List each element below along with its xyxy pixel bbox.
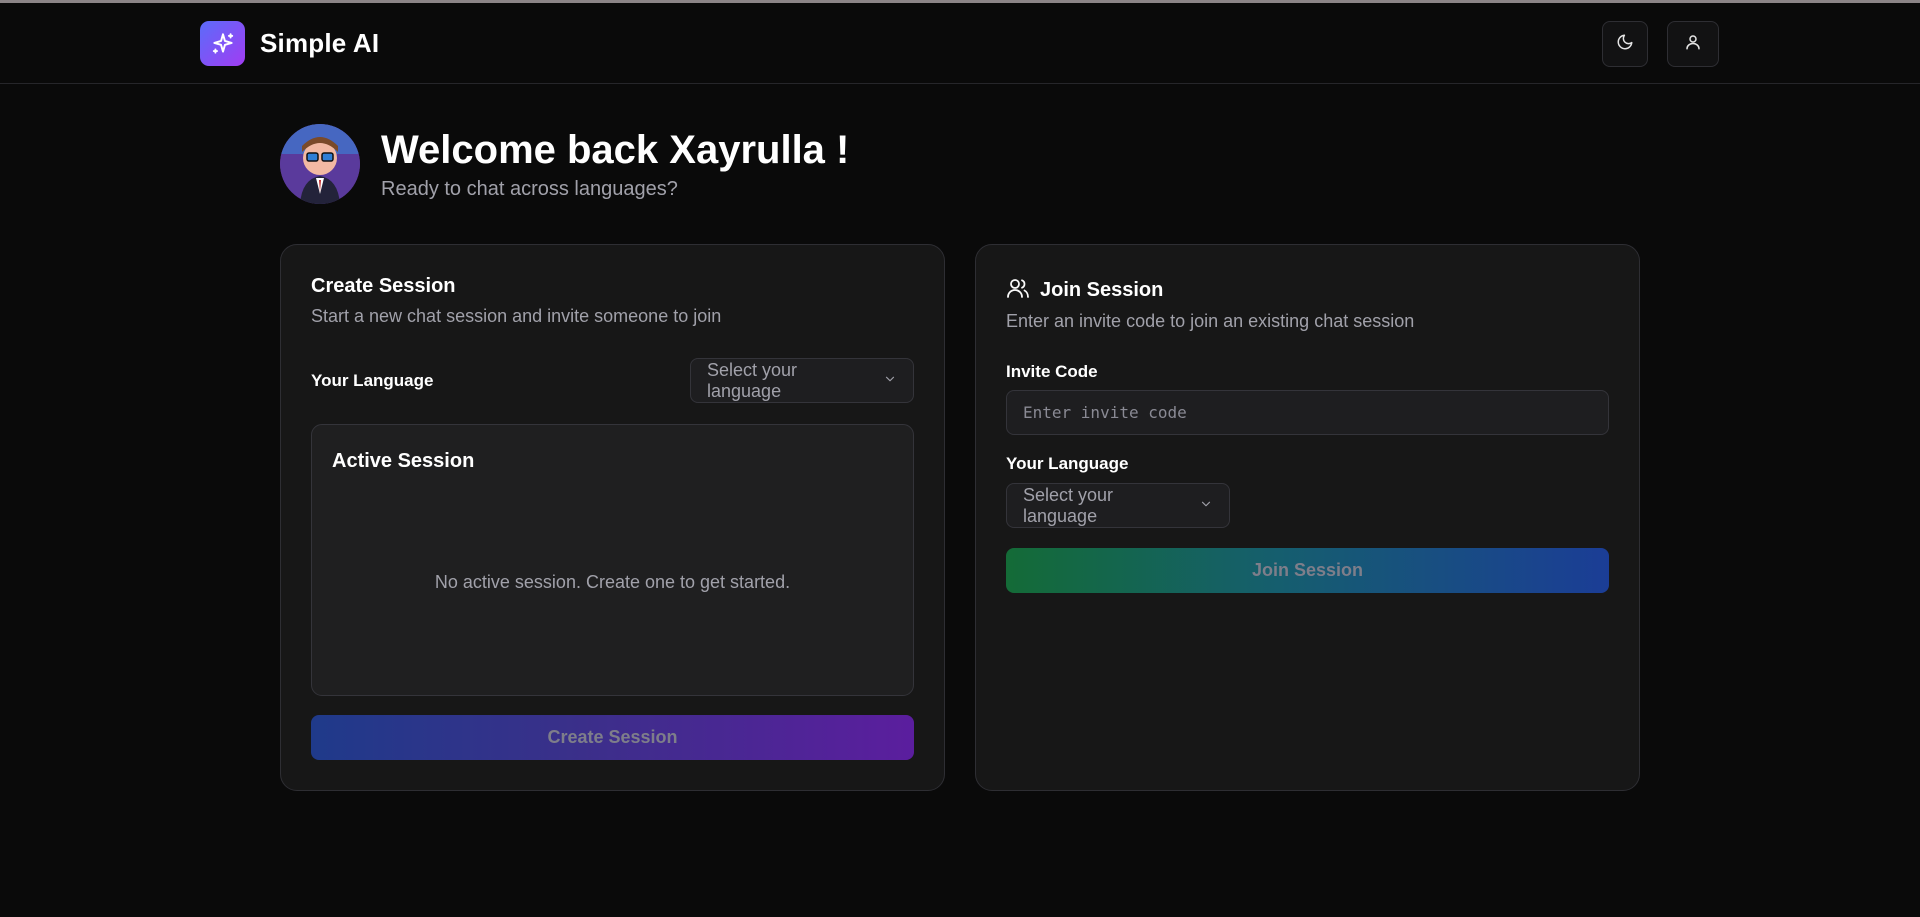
chevron-down-icon (883, 370, 897, 391)
users-icon (1006, 276, 1030, 305)
moon-icon (1616, 33, 1634, 56)
join-session-title: Join Session (1040, 279, 1164, 301)
brand[interactable]: Simple AI (200, 21, 379, 66)
join-session-button[interactable]: Join Session (1006, 548, 1609, 593)
active-session-panel: Active Session No active session. Create… (311, 424, 914, 696)
user-profile-button[interactable] (1667, 21, 1719, 67)
app-name: Simple AI (260, 28, 380, 58)
sparkles-icon (200, 21, 245, 66)
join-session-description: Enter an invite code to join an existing… (1006, 311, 1415, 331)
create-language-select-value: Select your language (707, 359, 798, 401)
invite-code-label: Invite Code (1006, 362, 1098, 381)
active-session-empty-text: No active session. Create one to get sta… (434, 572, 791, 592)
create-language-select[interactable]: Select your language (690, 358, 914, 403)
create-session-description: Start a new chat session and invite some… (311, 306, 722, 326)
theme-toggle-button[interactable] (1602, 21, 1648, 67)
join-session-card: Join Session Enter an invite code to joi… (975, 244, 1640, 791)
user-icon (1684, 33, 1702, 56)
create-session-button[interactable]: Create Session (311, 715, 914, 760)
page-subtitle: Ready to chat across languages? (381, 177, 678, 200)
active-session-title: Active Session (332, 450, 475, 472)
chevron-down-icon (1199, 495, 1213, 516)
your-language-label: Your Language (311, 371, 434, 390)
avatar[interactable] (280, 124, 360, 204)
create-session-title: Create Session (311, 275, 456, 297)
invite-code-input[interactable] (1006, 390, 1609, 435)
join-language-select-value: Select your language (1023, 484, 1114, 526)
join-session-header: Join Session (1006, 276, 1163, 305)
welcome-section: Welcome back Xayrulla ! Ready to chat ac… (280, 124, 849, 204)
create-session-card: Create Session Start a new chat session … (280, 244, 945, 791)
app-header: Simple AI (0, 3, 1920, 84)
join-language-select[interactable]: Select your language (1006, 483, 1230, 528)
join-language-label: Your Language (1006, 454, 1129, 473)
page-title: Welcome back Xayrulla ! (381, 127, 850, 172)
